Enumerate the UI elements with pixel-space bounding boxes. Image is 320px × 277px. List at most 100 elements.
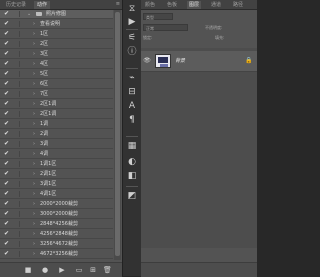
character-icon[interactable]: A — [126, 100, 138, 112]
action-row[interactable]: ✔ › 7区 — [0, 90, 113, 99]
action-row[interactable]: ✔ › 2区1调 — [0, 110, 113, 119]
dialog-toggle[interactable] — [13, 61, 20, 67]
tab-channels[interactable]: 通道 — [209, 1, 223, 9]
dialog-toggle[interactable] — [13, 131, 20, 137]
tab-color[interactable]: 颜色 — [143, 1, 157, 9]
toggle-check-icon[interactable]: ✔ — [3, 180, 10, 188]
chevron-right-icon[interactable]: › — [33, 110, 35, 118]
action-row[interactable]: ✔ › 1调1区 — [0, 160, 113, 169]
scrollbar-thumb[interactable] — [115, 12, 120, 256]
chevron-right-icon[interactable]: › — [33, 20, 35, 28]
chevron-right-icon[interactable]: › — [33, 70, 35, 78]
toggle-check-icon[interactable]: ✔ — [3, 190, 10, 198]
action-row[interactable]: ✔ › 3区 — [0, 50, 113, 59]
delete-icon[interactable]: 🗑 — [103, 266, 112, 274]
new-set-icon[interactable]: ▭ — [75, 266, 83, 274]
tab-actions[interactable]: 动作 — [34, 1, 51, 9]
chevron-right-icon[interactable]: › — [33, 120, 35, 128]
toggle-check-icon[interactable]: ✔ — [3, 210, 10, 218]
actions-scrollbar[interactable] — [114, 10, 121, 260]
eye-icon[interactable]: 👁 — [143, 57, 151, 65]
toggle-check-icon[interactable]: ✔ — [3, 50, 10, 58]
chevron-right-icon[interactable]: › — [33, 200, 35, 208]
dialog-toggle[interactable] — [13, 201, 20, 207]
chevron-right-icon[interactable]: › — [33, 190, 35, 198]
dialog-toggle[interactable] — [13, 151, 20, 157]
toggle-check-icon[interactable]: ✔ — [3, 20, 10, 28]
toggle-check-icon[interactable]: ✔ — [3, 200, 10, 208]
dialog-toggle[interactable] — [13, 161, 20, 167]
toggle-check-icon[interactable]: ✔ — [3, 60, 10, 68]
tab-paths[interactable]: 路径 — [231, 1, 245, 9]
dialog-toggle[interactable] — [13, 191, 20, 197]
action-row[interactable]: ✔ › 1调 — [0, 120, 113, 129]
action-row[interactable]: ✔ › 3调 — [0, 140, 113, 149]
toggle-check-icon[interactable]: ✔ — [3, 240, 10, 248]
action-row[interactable]: ✔ › 1区 — [0, 30, 113, 39]
brush-icon[interactable]: ⌁ — [126, 72, 138, 84]
action-row[interactable]: ✔ › 3调1区 — [0, 180, 113, 189]
dialog-toggle[interactable] — [13, 171, 20, 177]
play-icon[interactable]: ▶ — [58, 266, 66, 274]
action-row[interactable]: ✔ › 2区1调 — [0, 100, 113, 109]
dialog-toggle[interactable] — [13, 181, 20, 187]
action-row[interactable]: ✔ › 4调1区 — [0, 190, 113, 199]
info-icon[interactable]: ⓘ — [126, 46, 138, 58]
brush-settings-icon[interactable]: ⊟ — [126, 86, 138, 98]
toggle-check-icon[interactable]: ✔ — [3, 170, 10, 178]
chevron-right-icon[interactable]: › — [33, 30, 35, 38]
toggle-check-icon[interactable]: ✔ — [3, 90, 10, 98]
dialog-toggle[interactable] — [13, 141, 20, 147]
dialog-toggle[interactable] — [13, 251, 20, 257]
tab-layers[interactable]: 图层 — [187, 1, 202, 9]
toggle-check-icon[interactable]: ✔ — [3, 70, 10, 78]
chevron-right-icon[interactable]: › — [33, 100, 35, 108]
tab-swatches[interactable]: 色板 — [165, 1, 179, 9]
action-row[interactable]: ✔ › 4调 — [0, 150, 113, 159]
libraries-icon[interactable]: ◩ — [126, 190, 138, 202]
action-row[interactable]: ✔ › 5区 — [0, 70, 113, 79]
toggle-check-icon[interactable]: ✔ — [3, 130, 10, 138]
blend-mode-select[interactable]: 正常 — [143, 24, 188, 31]
dialog-toggle[interactable] — [13, 211, 20, 217]
toggle-check-icon[interactable]: ✔ — [3, 10, 10, 18]
action-row[interactable]: ✔ › 2区 — [0, 40, 113, 49]
chevron-right-icon[interactable]: › — [33, 50, 35, 58]
action-row[interactable]: ✔ › 4256*2848裁剪 — [0, 230, 113, 239]
dialog-toggle[interactable] — [13, 41, 20, 47]
record-icon[interactable]: ● — [41, 266, 49, 274]
dialog-toggle[interactable] — [13, 91, 20, 97]
chevron-right-icon[interactable]: › — [33, 60, 35, 68]
toggle-check-icon[interactable]: ✔ — [3, 230, 10, 238]
toggle-check-icon[interactable]: ✔ — [3, 30, 10, 38]
dialog-toggle[interactable] — [13, 121, 20, 127]
stop-icon[interactable]: ■ — [24, 266, 32, 274]
action-row[interactable]: ✔ › 2调1区 — [0, 170, 113, 179]
toggle-check-icon[interactable]: ✔ — [3, 40, 10, 48]
action-row[interactable]: ✔ › 6区 — [0, 80, 113, 89]
action-row[interactable]: ✔ › 2000*2000裁剪 — [0, 200, 113, 209]
dialog-toggle[interactable] — [13, 101, 20, 107]
history-icon[interactable]: ⧖ — [126, 3, 138, 15]
adjustments-icon[interactable]: ◐ — [126, 156, 138, 168]
action-row[interactable]: ✔ › 4区 — [0, 60, 113, 69]
chevron-right-icon[interactable]: › — [33, 90, 35, 98]
properties-icon[interactable]: ⚟ — [126, 32, 138, 44]
chevron-right-icon[interactable]: › — [33, 150, 35, 158]
chevron-right-icon[interactable]: › — [33, 180, 35, 188]
toggle-check-icon[interactable]: ✔ — [3, 150, 10, 158]
toggle-check-icon[interactable]: ✔ — [3, 140, 10, 148]
toggle-check-icon[interactable]: ✔ — [3, 110, 10, 118]
tab-history[interactable]: 历史记录 — [3, 1, 29, 9]
dialog-toggle[interactable] — [13, 71, 20, 77]
toggle-check-icon[interactable]: ✔ — [3, 120, 10, 128]
toggle-check-icon[interactable]: ✔ — [3, 160, 10, 168]
dialog-toggle[interactable] — [13, 231, 20, 237]
chevron-right-icon[interactable]: › — [33, 160, 35, 168]
chevron-right-icon[interactable]: › — [33, 210, 35, 218]
action-row[interactable]: ✔ › 2调 — [0, 130, 113, 139]
layer-comps-icon[interactable]: ▦ — [126, 140, 138, 152]
chevron-right-icon[interactable]: › — [33, 230, 35, 238]
styles-icon[interactable]: ◧ — [126, 170, 138, 182]
dialog-toggle[interactable] — [13, 221, 20, 227]
